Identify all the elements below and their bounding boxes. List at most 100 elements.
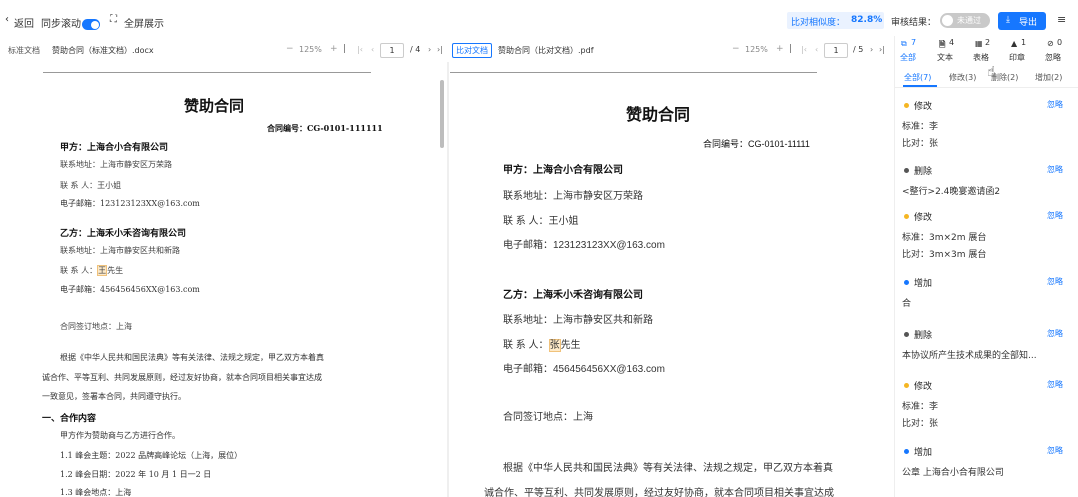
contact-rest: 先生 xyxy=(560,340,581,351)
diff-item[interactable]: 删除 忽略本协议所产生技术成果的全部知... xyxy=(895,325,1078,369)
diff-detail-line: 本协议所产生技术成果的全部知... xyxy=(902,351,1037,361)
back-button[interactable]: 返回 xyxy=(14,15,34,30)
active-tab-indicator xyxy=(903,85,937,87)
left-scrollbar-thumb[interactable] xyxy=(440,80,444,148)
left-b-contact: 联 系 人：王先生 xyxy=(60,265,123,276)
diff-detail-line: 合 xyxy=(902,299,912,309)
left-sign-place: 合同签订地点：上海 xyxy=(60,322,132,331)
category-table[interactable]: ▦ 2 表格 xyxy=(971,38,1001,66)
left-document-view: 赞助合同 合同编号：CG-0101-111111 甲方：上海合小合有限公司 联系… xyxy=(0,62,446,497)
seal-icon: ▲ xyxy=(1011,39,1018,48)
left-section-heading: 一、合作内容 xyxy=(42,414,97,424)
review-status-toggle[interactable]: 未通过 xyxy=(940,13,990,28)
category-count: 7 xyxy=(911,38,917,47)
fullscreen-icon[interactable]: ⛶ xyxy=(110,14,117,25)
diff-item[interactable]: 删除 忽略 <整行>2.4晚宴邀请函2 xyxy=(895,161,1078,205)
diff-type-label: 修改 xyxy=(914,382,933,392)
right-contract-no: 合同编号：CG-0101-11111 xyxy=(703,139,810,149)
ignore-button[interactable]: 忽略 xyxy=(1047,328,1063,339)
tab-all[interactable]: 全部(7) xyxy=(904,72,931,83)
first-page-icon[interactable]: |‹ xyxy=(357,45,363,54)
category-text[interactable]: 🗎 4 文本 xyxy=(935,38,965,66)
diff-highlight[interactable]: 王 xyxy=(97,265,108,276)
category-count: 1 xyxy=(1021,38,1027,47)
right-para-line: 根据《中华人民共和国民法典》等有关法律、法规之规定，甲乙双方本着真 xyxy=(503,463,833,474)
export-icon: ⤓ xyxy=(1006,15,1010,25)
ignore-button[interactable]: 忽略 xyxy=(1047,379,1063,390)
right-b-contact: 联 系 人：张先生 xyxy=(503,336,581,352)
diff-item[interactable]: 修改 忽略 标准：李 比对：张 xyxy=(895,96,1078,156)
zoom-out-icon[interactable]: − xyxy=(732,44,740,54)
ignore-button[interactable]: 忽略 xyxy=(1047,99,1063,110)
ignore-button[interactable]: 忽略 xyxy=(1047,164,1063,175)
left-party-a: 甲方：上海合小合有限公司 xyxy=(60,143,169,153)
first-page-icon[interactable]: |‹ xyxy=(801,45,807,54)
sync-scroll-toggle[interactable] xyxy=(82,19,100,30)
tab-add[interactable]: 增加(2) xyxy=(1035,72,1062,83)
diff-type-dot xyxy=(904,449,909,454)
diff-type-label: 增加 xyxy=(914,448,933,458)
similarity-value: 82.8% xyxy=(851,15,883,25)
zoom-in-icon[interactable]: + xyxy=(776,44,784,54)
left-doc-header: 标准文档 赞助合同（标准文档）.docx − 125% + | |‹ ‹ 1 /… xyxy=(0,40,446,62)
ignore-button[interactable]: 忽略 xyxy=(1047,276,1063,287)
diff-type-label: 增加 xyxy=(914,279,933,289)
right-b-address: 联系地址：上海市静安区共和新路 xyxy=(503,315,653,326)
left-list-item: 1.1 峰会主题：2022 品牌高峰论坛（上海，展位） xyxy=(60,451,243,460)
split-divider[interactable] xyxy=(447,62,449,497)
category-seal[interactable]: ▲ 1 印章 xyxy=(1007,38,1037,66)
diff-type-label: 删除 xyxy=(914,331,933,341)
diff-highlight[interactable]: 张 xyxy=(548,339,561,352)
diff-detail-line: 比对：张 xyxy=(902,419,939,429)
ignore-button[interactable]: 忽略 xyxy=(1047,210,1063,221)
fit-icon[interactable]: | xyxy=(343,44,346,54)
category-all[interactable]: ⧉ 7 全部 xyxy=(899,38,929,66)
diff-item[interactable]: 修改 忽略 标准：3m×2m 展台 比对：3m×3m 展台 xyxy=(895,207,1078,267)
diff-type-dot xyxy=(904,103,909,108)
left-a-contact: 联 系 人：王小姐 xyxy=(60,180,121,191)
menu-icon[interactable]: ≡ xyxy=(1057,13,1066,26)
page-top-rule xyxy=(450,72,817,73)
next-page-icon[interactable]: › xyxy=(870,45,873,54)
ignore-button[interactable]: 忽略 xyxy=(1047,445,1063,456)
left-doc-title: 赞助合同 xyxy=(184,97,245,115)
document-compare-app: { "toolbar": { "back_label": "返回", "sync… xyxy=(0,0,1078,497)
diff-detail-line: 标准：李 xyxy=(902,402,939,412)
review-result-label: 审核结果： xyxy=(891,18,937,28)
contact-name: 王小姐 xyxy=(97,181,122,190)
fit-icon[interactable]: | xyxy=(789,44,792,54)
export-button[interactable]: ⤓ 导出 xyxy=(998,12,1046,30)
diff-item[interactable]: 增加 忽略 公章 上海合小合有限公司 xyxy=(895,442,1078,486)
tab-modify[interactable]: 修改(3) xyxy=(949,72,976,83)
last-page-icon[interactable]: ›| xyxy=(879,45,885,54)
top-toolbar: ‹ 返回 同步滚动 ⛶ 全屏展示 比对相似度： 82.8% 审核结果： 未通过 … xyxy=(0,0,1078,40)
category-ignore[interactable]: ⊘ 0 忽略 xyxy=(1043,38,1073,66)
eye-off-icon: ⊘ xyxy=(1047,39,1054,48)
diff-type-dot xyxy=(904,214,909,219)
diff-item[interactable]: 增加 忽略合 xyxy=(895,273,1078,317)
left-para-line: 一致意见，签署本合同，共同遵守执行。 xyxy=(42,392,186,401)
left-para-line: 根据《中华人民共和国民法典》等有关法律、法规之规定，甲乙双方本着真 xyxy=(60,353,324,362)
left-zoom-level: 125% xyxy=(299,45,322,54)
left-a-address: 联系地址：上海市静安区万荣路 xyxy=(60,160,172,169)
diff-type-dot xyxy=(904,280,909,285)
zoom-in-icon[interactable]: + xyxy=(330,44,338,54)
right-a-email: 电子邮箱：123123123XX@163.com xyxy=(503,240,665,251)
right-page-input[interactable]: 1 xyxy=(824,43,848,58)
category-label: 印章 xyxy=(1009,53,1025,62)
category-count: 2 xyxy=(985,38,991,47)
right-a-address: 联系地址：上海市静安区万荣路 xyxy=(503,191,643,202)
page-top-rule xyxy=(43,72,371,73)
back-icon[interactable]: ‹ xyxy=(5,14,9,25)
sync-scroll-label: 同步滚动 xyxy=(41,19,81,30)
fullscreen-button[interactable]: 全屏展示 xyxy=(124,15,164,30)
left-page-input[interactable]: 1 xyxy=(380,43,404,58)
next-page-icon[interactable]: › xyxy=(428,45,431,54)
contact-prefix: 联 系 人： xyxy=(60,181,98,190)
prev-page-icon[interactable]: ‹ xyxy=(815,45,818,54)
zoom-out-icon[interactable]: − xyxy=(286,44,294,54)
right-page-total: / 5 xyxy=(853,45,864,54)
last-page-icon[interactable]: ›| xyxy=(437,45,443,54)
diff-item[interactable]: 修改 忽略标准：李比对：张 xyxy=(895,376,1078,436)
prev-page-icon[interactable]: ‹ xyxy=(371,45,374,54)
